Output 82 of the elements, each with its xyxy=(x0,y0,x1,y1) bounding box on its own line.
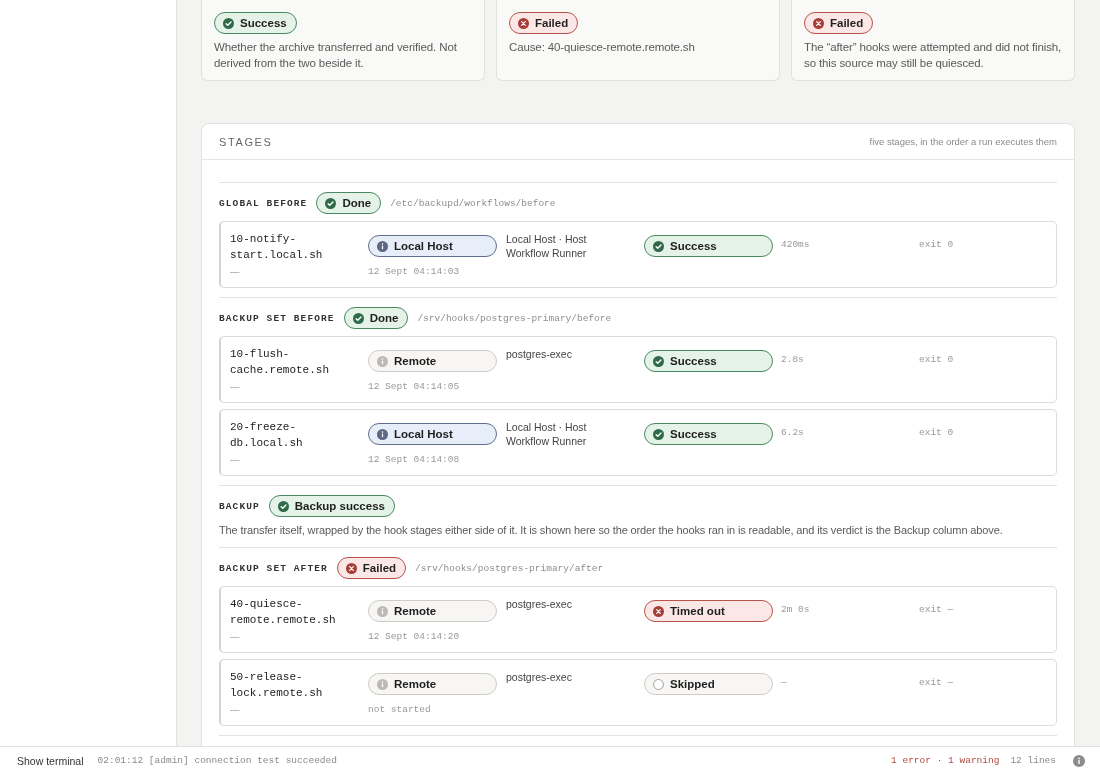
check-icon xyxy=(325,197,337,209)
check-icon xyxy=(277,500,289,512)
script-name: 50-release-lock.remote.sh xyxy=(230,670,324,701)
problem-count[interactable]: 1 error · 1 warning xyxy=(891,755,1000,766)
stage-path: /etc/backupd/workflows/before xyxy=(390,197,556,209)
info-icon xyxy=(377,428,388,440)
stage-title: BACKUP SET BEFORE xyxy=(219,312,335,324)
stage-path: /srv/hooks/postgres-primary/after xyxy=(415,562,604,574)
exit-code: exit 0 xyxy=(919,238,954,252)
status-label: Failed xyxy=(362,561,397,576)
target-label: Local Host xyxy=(394,427,453,442)
cross-icon xyxy=(345,562,357,574)
info-icon xyxy=(377,605,388,617)
start-time: 12 Sept 04:14:20 xyxy=(368,630,460,644)
target-label: Remote xyxy=(394,677,437,692)
runner-label: postgres-exec xyxy=(506,597,573,611)
info-icon xyxy=(377,355,388,367)
cross-icon xyxy=(653,605,664,617)
card-description: Cause: 40-quiesce-remote.remote.sh xyxy=(509,40,696,55)
line-count: 12 lines xyxy=(1010,755,1056,766)
info-icon xyxy=(377,678,388,690)
result-label: Success xyxy=(670,354,717,369)
exit-code: exit 0 xyxy=(919,353,954,367)
stage-description: The transfer itself, wrapped by the hook stages either side of it. It is shown here so the order the hooks ran in is readable, and its verdict is the Backup column above. xyxy=(219,523,1004,538)
runner-label: postgres-exec xyxy=(506,347,573,361)
start-time: 12 Sept 04:14:05 xyxy=(368,380,460,394)
cross-icon xyxy=(813,17,824,29)
runner-label: Local Host · Host Workflow Runner xyxy=(506,420,588,448)
runner-label: Local Host · Host Workflow Runner xyxy=(506,232,588,260)
script-name: 20-freeze-db.local.sh xyxy=(230,420,304,451)
runner-label: postgres-exec xyxy=(506,670,573,684)
script-name: 10-flush-cache.remote.sh xyxy=(230,347,331,378)
duration-text: — xyxy=(781,676,787,690)
start-time: 12 Sept 04:14:03 xyxy=(368,265,460,279)
target-label: Local Host xyxy=(394,239,453,254)
exit-code: exit — xyxy=(919,676,954,690)
panel-note: five stages, in the order a run executes them xyxy=(869,136,1057,147)
start-time: 12 Sept 04:14:08 xyxy=(368,453,460,467)
status-label: Done xyxy=(369,311,399,326)
script-note: — xyxy=(230,630,240,644)
card-description: Whether the archive transferred and verified. Not derived from the two beside it. xyxy=(214,40,458,71)
result-label: Success xyxy=(670,239,717,254)
status-label: Done xyxy=(342,196,372,211)
check-icon xyxy=(352,312,364,324)
duration-text: 420ms xyxy=(781,238,810,252)
result-label: Success xyxy=(670,427,717,442)
duration-text: 2.8s xyxy=(781,353,804,367)
check-icon xyxy=(223,17,234,29)
info-icon xyxy=(377,240,388,252)
start-time: not started xyxy=(368,703,431,717)
card-description: The “after” hooks were attempted and did not finish, so this source may still be quiesced. xyxy=(804,40,1062,71)
script-name: 40-quiesce-remote.remote.sh xyxy=(230,597,337,628)
stage-title: BACKUP xyxy=(219,500,260,512)
result-label: Skipped xyxy=(670,677,715,692)
exit-code: exit 0 xyxy=(919,426,954,440)
check-icon xyxy=(653,240,664,252)
stage-title: BACKUP SET AFTER xyxy=(219,562,328,574)
status-label: Backup success xyxy=(294,499,385,514)
status-label: Failed xyxy=(535,16,569,31)
info-icon[interactable] xyxy=(1073,754,1085,767)
script-note: — xyxy=(230,265,240,279)
check-icon xyxy=(653,428,664,440)
stage-path: /srv/hooks/postgres-primary/before xyxy=(417,312,612,324)
status-label: Success xyxy=(240,16,287,31)
cross-icon xyxy=(518,17,529,29)
script-name: 10-notify-start.local.sh xyxy=(230,232,324,263)
status-label: Failed xyxy=(830,16,864,31)
target-label: Remote xyxy=(394,354,437,369)
stage-title: GLOBAL BEFORE xyxy=(219,197,308,209)
duration-text: 2m 0s xyxy=(781,603,810,617)
target-label: Remote xyxy=(394,604,437,619)
terminal-last-line: 02:01:12 [admin] connection test succeeded xyxy=(97,755,337,766)
script-note: — xyxy=(230,380,240,394)
script-note: — xyxy=(230,453,240,467)
duration-text: 6.2s xyxy=(781,426,804,440)
ring-icon xyxy=(653,678,664,690)
script-note: — xyxy=(230,703,240,717)
check-icon xyxy=(653,355,664,367)
result-label: Timed out xyxy=(670,604,725,619)
panel-title: STAGES xyxy=(219,135,273,148)
exit-code: exit — xyxy=(919,603,954,617)
show-terminal-link[interactable]: Show terminal xyxy=(17,754,84,767)
